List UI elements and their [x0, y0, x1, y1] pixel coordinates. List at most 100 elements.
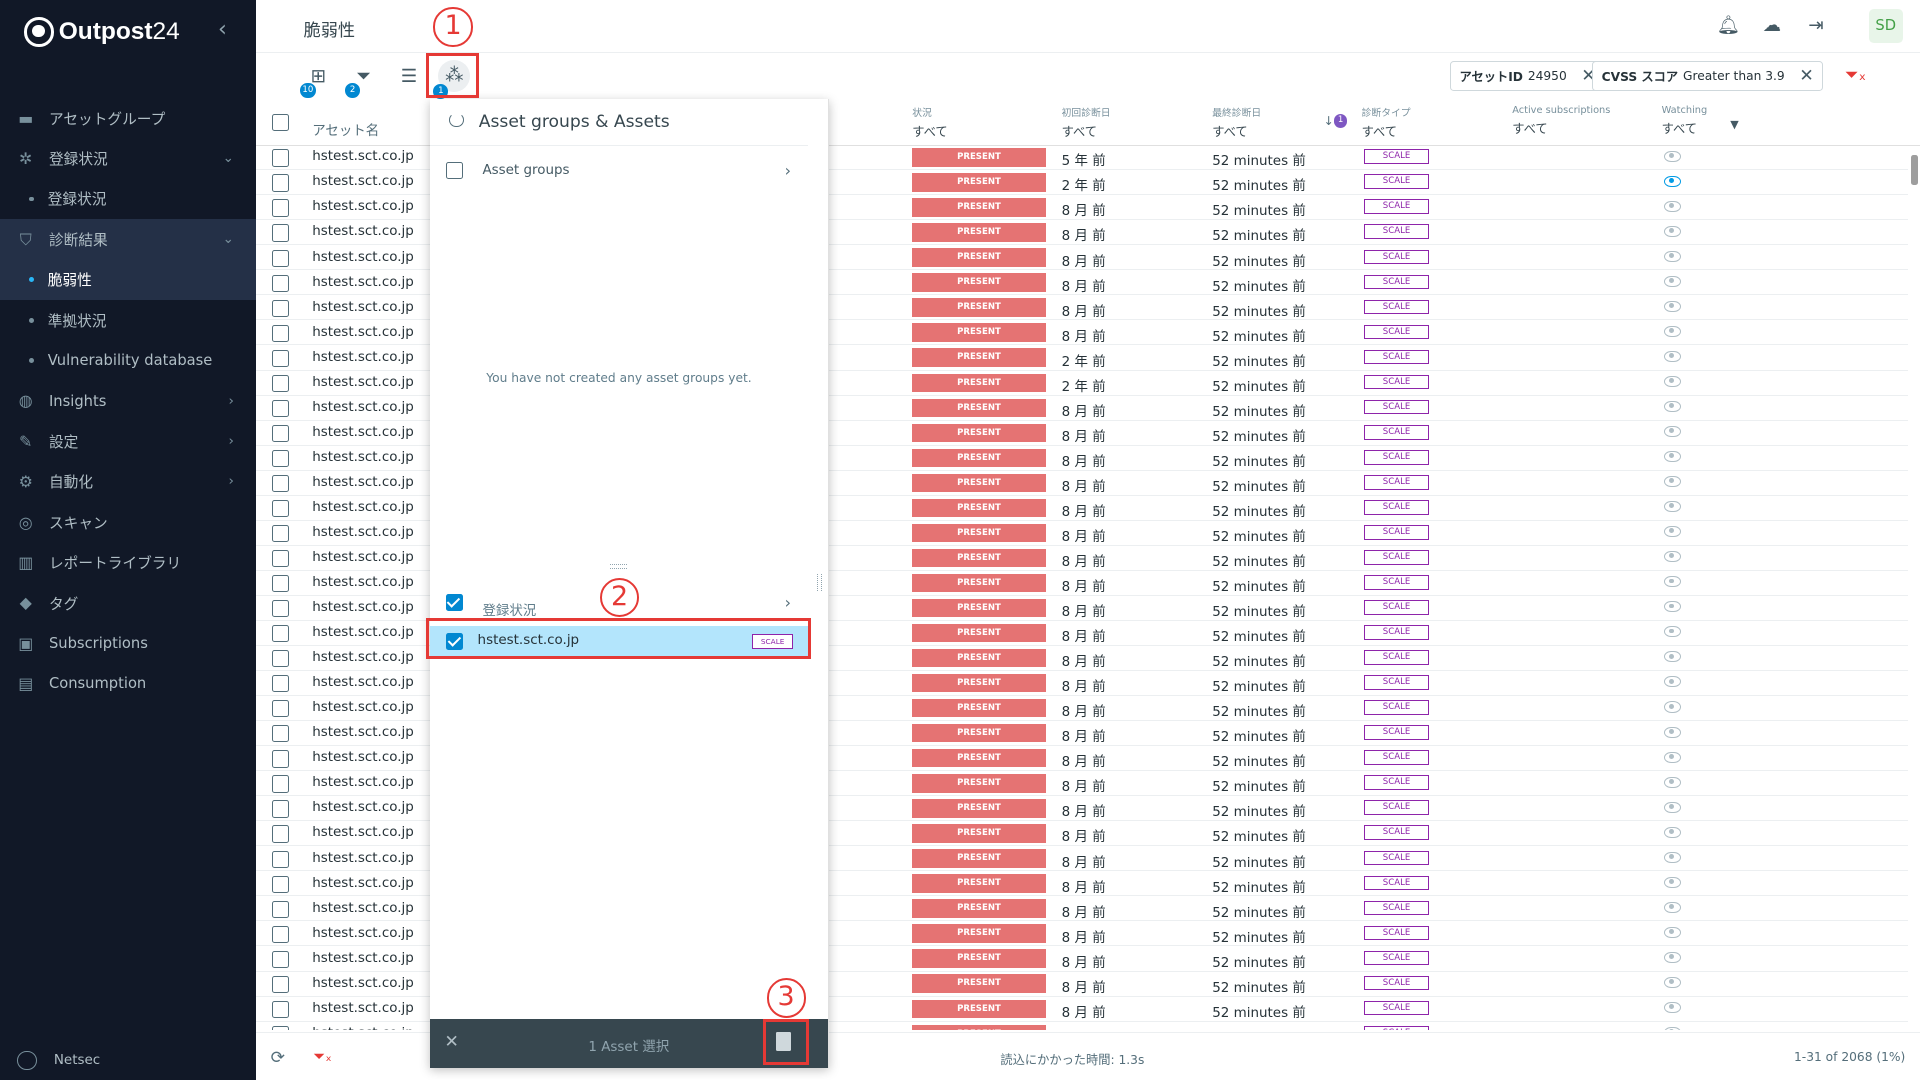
row-checkbox[interactable]	[271, 725, 289, 743]
eye-icon[interactable]	[1664, 826, 1682, 838]
sidebar-item-1[interactable]: ✲ 登録状況 ⌄	[0, 138, 256, 178]
sidebar-item-5[interactable]: 準拠状況	[0, 300, 256, 340]
row-checkbox[interactable]	[271, 950, 289, 968]
asset-name[interactable]: hstest.sct.co.jp	[312, 325, 414, 340]
column-asset-name[interactable]: アセット名	[312, 119, 379, 139]
asset-name[interactable]: hstest.sct.co.jp	[312, 475, 414, 490]
asset-name[interactable]: hstest.sct.co.jp	[312, 750, 414, 765]
row-checkbox[interactable]	[271, 1025, 289, 1030]
asset-name[interactable]: hstest.sct.co.jp	[312, 149, 414, 164]
avatar[interactable]: SD	[1868, 8, 1903, 43]
asset-name[interactable]: hstest.sct.co.jp	[312, 224, 414, 239]
sidebar-item-0[interactable]: ▬ アセットグループ	[0, 98, 256, 138]
sort-desc-icon[interactable]: ↓ 1	[1324, 114, 1348, 128]
row-checkbox[interactable]	[271, 625, 289, 643]
organization-switcher[interactable]: Netsec	[17, 1050, 100, 1071]
eye-icon[interactable]	[1664, 901, 1682, 913]
asset-name[interactable]: hstest.sct.co.jp	[312, 1001, 414, 1016]
asset-name[interactable]: hstest.sct.co.jp	[312, 174, 414, 189]
row-checkbox[interactable]	[271, 474, 289, 493]
asset-name[interactable]: hstest.sct.co.jp	[312, 625, 414, 640]
asset-name[interactable]: hstest.sct.co.jp	[312, 650, 414, 665]
eye-icon[interactable]	[1664, 1001, 1682, 1013]
asset-name[interactable]: hstest.sct.co.jp	[312, 600, 414, 615]
eye-icon[interactable]	[1664, 300, 1682, 312]
sidebar-item-2[interactable]: 登録状況	[0, 179, 256, 219]
asset-name[interactable]: hstest.sct.co.jp	[312, 800, 414, 815]
sidebar-item-8[interactable]: ✎ 設定 ›	[0, 421, 256, 461]
row-checkbox[interactable]	[271, 349, 289, 367]
asset-name[interactable]: hstest.sct.co.jp	[312, 725, 414, 740]
asset-name[interactable]: hstest.sct.co.jp	[312, 550, 414, 565]
asset-name[interactable]: hstest.sct.co.jp	[312, 450, 414, 465]
panel-resize-handle[interactable]	[816, 574, 822, 592]
sidebar-item-14[interactable]: ▤ Consumption	[0, 664, 256, 704]
collapse-sidebar-icon[interactable]: ‹	[218, 17, 227, 42]
row-checkbox[interactable]	[271, 274, 289, 292]
asset-name[interactable]: hstest.sct.co.jp	[312, 876, 414, 891]
eye-icon[interactable]	[1664, 350, 1682, 362]
row-checkbox[interactable]	[271, 700, 289, 718]
resize-handle[interactable]	[609, 564, 627, 570]
sidebar-item-7[interactable]: ◍ Insights ›	[0, 381, 256, 421]
row-checkbox[interactable]	[271, 825, 289, 843]
eye-icon[interactable]	[1664, 200, 1682, 212]
row-checkbox[interactable]	[271, 775, 289, 793]
sidebar-item-4[interactable]: 脆弱性	[0, 259, 256, 300]
row-checkbox[interactable]	[271, 575, 289, 593]
eye-icon[interactable]	[1664, 225, 1682, 237]
eye-icon[interactable]	[1664, 701, 1682, 713]
filter-chip-cvss[interactable]: CVSS スコア Greater than 3.9 ✕	[1592, 61, 1824, 91]
column-dropdown-icon[interactable]: ▼	[1730, 118, 1738, 131]
sidebar-item-6[interactable]: Vulnerability database	[0, 340, 256, 380]
asset-name[interactable]: hstest.sct.co.jp	[312, 951, 414, 966]
refresh-icon[interactable]	[449, 112, 465, 128]
eye-icon[interactable]	[1664, 526, 1682, 538]
asset-name[interactable]: hstest.sct.co.jp	[312, 700, 414, 715]
row-checkbox[interactable]	[271, 324, 289, 342]
asset-name[interactable]: hstest.sct.co.jp	[312, 275, 414, 290]
sidebar-item-12[interactable]: ◆ タグ	[0, 583, 256, 623]
row-checkbox[interactable]	[271, 925, 289, 943]
close-icon[interactable]: ✕	[1799, 66, 1813, 86]
row-checkbox[interactable]	[271, 675, 289, 693]
asset-name[interactable]: hstest.sct.co.jp	[312, 825, 414, 840]
row-checkbox[interactable]	[271, 299, 289, 317]
eye-icon[interactable]	[1664, 951, 1682, 963]
asset-name[interactable]: hstest.sct.co.jp	[312, 775, 414, 790]
eye-icon[interactable]	[1664, 776, 1682, 788]
bell-icon[interactable]: 🔔︎	[1717, 15, 1740, 37]
eye-icon[interactable]	[1664, 325, 1682, 337]
row-checkbox[interactable]	[271, 449, 289, 467]
asset-name[interactable]: hstest.sct.co.jp	[312, 901, 414, 916]
row-checkbox[interactable]	[271, 174, 289, 192]
row-checkbox[interactable]	[271, 750, 289, 768]
column-last-seen[interactable]: 最終診断日 すべて	[1212, 105, 1261, 139]
filter-button[interactable]: ⏷ 2	[345, 64, 377, 98]
eye-icon[interactable]	[1664, 501, 1682, 513]
asset-groups-checkbox[interactable]	[445, 161, 463, 179]
asset-name[interactable]: hstest.sct.co.jp	[312, 425, 414, 440]
asset-name[interactable]: hstest.sct.co.jp	[312, 675, 414, 690]
row-checkbox[interactable]	[271, 875, 289, 893]
eye-icon[interactable]	[1664, 401, 1682, 413]
asset-name[interactable]: hstest.sct.co.jp	[312, 199, 414, 214]
table-scrollbar[interactable]	[1908, 146, 1920, 1030]
list-view-button[interactable]: ☰	[395, 64, 422, 91]
eye-icon[interactable]	[1664, 250, 1682, 262]
eye-icon[interactable]	[1664, 976, 1682, 988]
asset-groups-row[interactable]: Asset groups ›	[430, 148, 808, 192]
chevron-right-icon[interactable]: ›	[785, 161, 791, 180]
eye-icon[interactable]	[1664, 275, 1682, 287]
sidebar-item-10[interactable]: ◎ スキャン	[0, 502, 256, 542]
eye-icon[interactable]	[1664, 876, 1682, 888]
row-checkbox[interactable]	[271, 975, 289, 993]
asset-name[interactable]: hstest.sct.co.jp	[312, 851, 414, 866]
eye-icon[interactable]	[1664, 851, 1682, 863]
row-checkbox[interactable]	[271, 1000, 289, 1018]
asset-name[interactable]: hstest.sct.co.jp	[312, 300, 414, 315]
clear-filter-icon[interactable]: ⏷ₓ	[313, 1048, 331, 1065]
eye-icon[interactable]	[1664, 175, 1682, 187]
row-checkbox[interactable]	[271, 600, 289, 618]
row-checkbox[interactable]	[271, 249, 289, 267]
